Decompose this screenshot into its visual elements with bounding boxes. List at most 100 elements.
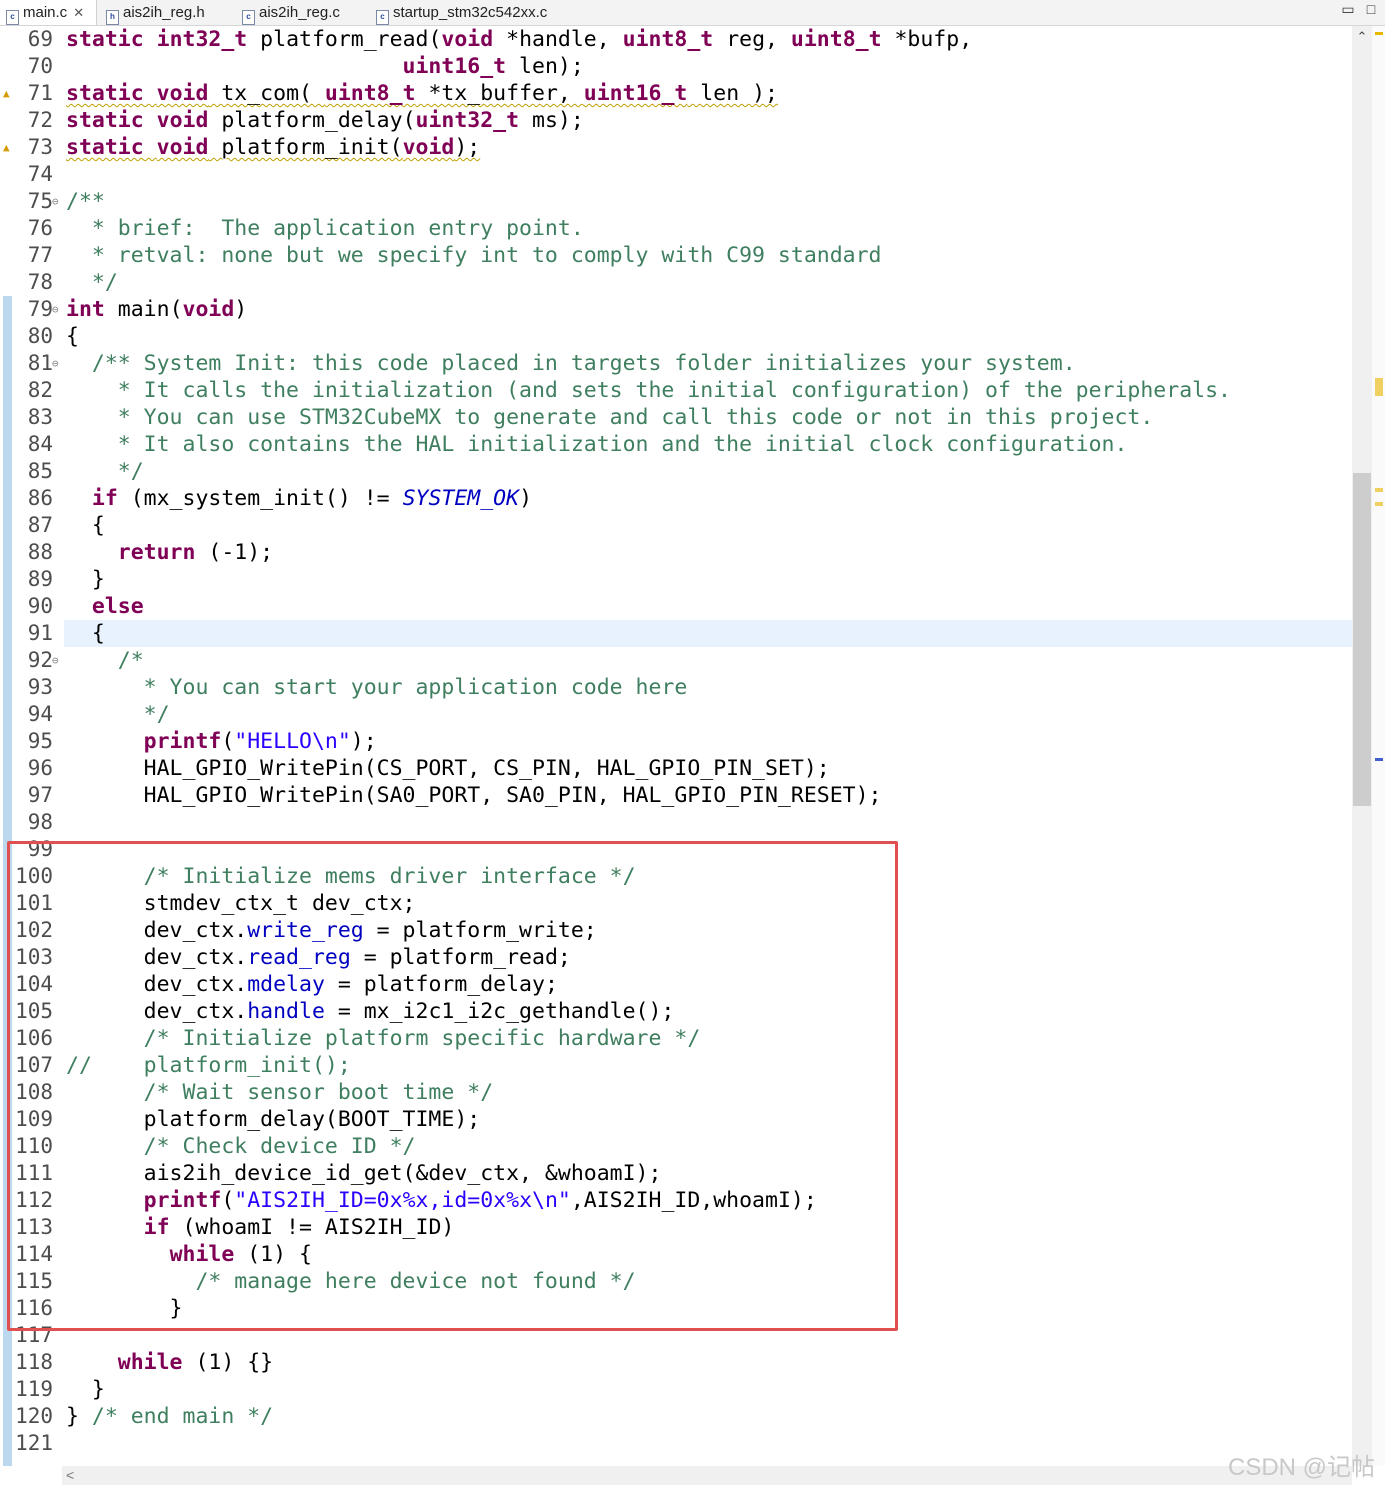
occurrence-marker[interactable] — [1375, 502, 1383, 506]
line-number: 81 — [27, 351, 53, 375]
line-number: 69 — [27, 27, 53, 51]
code-line-119[interactable]: } — [66, 1376, 105, 1403]
code-line-81[interactable]: /** System Init: this code placed in tar… — [66, 350, 1076, 377]
code-line-92[interactable]: /* — [66, 647, 144, 674]
code-line-120[interactable]: } /* end main */ — [66, 1403, 273, 1430]
tab-ais2ih-reg-h[interactable]: h ais2ih_reg.h — [100, 0, 205, 25]
code-line-87[interactable]: { — [66, 512, 105, 539]
tab-main-c[interactable]: c main.c ✕ — [0, 0, 97, 25]
fold-toggle-icon[interactable]: ⊖ — [52, 647, 59, 674]
code-line-90[interactable]: else — [66, 593, 144, 620]
keyword: void — [441, 27, 494, 52]
keyword: void — [156, 135, 209, 160]
horizontal-scrollbar[interactable] — [62, 1466, 1352, 1485]
overview-ruler[interactable] — [1372, 26, 1385, 1466]
line-number: 119 — [15, 1377, 53, 1401]
scroll-up-icon[interactable]: ⌃ — [1354, 30, 1370, 44]
code-line-94[interactable]: */ — [66, 701, 170, 728]
code-line-79[interactable]: int main(void) — [66, 296, 247, 323]
code-line-89[interactable]: } — [66, 566, 105, 593]
keyword: void — [156, 81, 209, 106]
code-line-76[interactable]: * brief: The application entry point. — [66, 215, 584, 242]
warning-icon[interactable]: ▲ — [3, 134, 10, 161]
minimize-button[interactable]: ▭ — [1340, 0, 1356, 18]
keyword: uint8_t — [790, 27, 882, 52]
code-line-93[interactable]: * You can start your application code he… — [66, 674, 688, 701]
code-line-118[interactable]: while (1) {} — [66, 1349, 273, 1376]
line-number: 98 — [27, 810, 53, 834]
code-line-85[interactable]: */ — [66, 458, 144, 485]
occurrence-marker[interactable] — [1375, 378, 1383, 396]
keyword: else — [91, 594, 144, 619]
code-line-71[interactable]: static void tx_com( uint8_t *tx_buffer, … — [66, 80, 778, 107]
code-line-84[interactable]: * It also contains the HAL initializatio… — [66, 431, 1128, 458]
code-text: *tx_buffer, — [415, 81, 584, 106]
code-line-88[interactable]: return (-1); — [66, 539, 273, 566]
code-line-80[interactable]: { — [66, 323, 79, 350]
keyword: uint8_t — [324, 81, 416, 106]
scroll-left-icon[interactable]: < — [66, 1467, 74, 1483]
code-text: ) — [234, 297, 248, 322]
keyword: uint16_t — [583, 81, 688, 106]
keyword: int32_t — [156, 27, 248, 52]
code-line-73[interactable]: static void platform_init(void); — [66, 134, 480, 161]
code-line-82[interactable]: * It calls the initialization (and sets … — [66, 377, 1231, 404]
keyword: uint16_t — [402, 54, 507, 79]
code-line-78[interactable]: */ — [66, 269, 118, 296]
code-line-69[interactable]: static int32_t platform_read(void *handl… — [66, 26, 972, 53]
code-line-95[interactable]: printf("HELLO\n"); — [66, 728, 377, 755]
keyword: void — [156, 108, 209, 133]
code-line-75[interactable]: /** — [66, 188, 105, 215]
code-line-97[interactable]: HAL_GPIO_WritePin(SA0_PORT, SA0_PIN, HAL… — [66, 782, 882, 809]
code-line-72[interactable]: static void platform_delay(uint32_t ms); — [66, 107, 584, 134]
code-line-77[interactable]: * retval: none but we specify int to com… — [66, 242, 882, 269]
line-number: 118 — [15, 1350, 53, 1374]
keyword: static — [66, 81, 144, 106]
line-number: 76 — [27, 216, 53, 240]
warning-icon[interactable]: ▲ — [3, 80, 10, 107]
tab-label: ais2ih_reg.c — [259, 4, 340, 21]
scrollbar-thumb[interactable] — [1353, 473, 1371, 806]
tab-label: main.c — [23, 4, 68, 21]
code-text: *handle, — [493, 27, 623, 52]
keyword: static — [66, 108, 144, 133]
code-text: ); — [350, 729, 377, 754]
keyword: static — [66, 27, 144, 52]
line-number: 85 — [27, 459, 53, 483]
maximize-button[interactable]: □ — [1363, 0, 1379, 18]
current-position-marker[interactable] — [1375, 758, 1383, 761]
fold-toggle-icon[interactable]: ⊖ — [52, 188, 59, 215]
code-line-96[interactable]: HAL_GPIO_WritePin(CS_PORT, CS_PIN, HAL_G… — [66, 755, 830, 782]
tab-ais2ih-reg-c[interactable]: c ais2ih_reg.c — [236, 0, 340, 25]
tab-label: startup_stm32c542xx.c — [393, 4, 548, 21]
line-number: 90 — [27, 594, 53, 618]
line-number: 92 — [27, 648, 53, 672]
line-number: 77 — [27, 243, 53, 267]
line-number: 86 — [27, 486, 53, 510]
code-text: ) — [519, 486, 533, 511]
fold-toggle-icon[interactable]: ⊖ — [52, 350, 59, 377]
code-text: reg, — [713, 27, 791, 52]
code-text: (1) {} — [182, 1350, 274, 1375]
keyword: void — [402, 135, 455, 160]
line-number: 75 — [27, 189, 53, 213]
occurrence-marker[interactable] — [1375, 488, 1383, 492]
line-number: 80 — [27, 324, 53, 348]
fold-toggle-icon[interactable]: ⊖ — [52, 296, 59, 323]
tab-label: ais2ih_reg.h — [123, 4, 205, 21]
tab-startup[interactable]: c startup_stm32c542xx.c — [370, 0, 547, 25]
line-number: 94 — [27, 702, 53, 726]
keyword: while — [117, 1350, 183, 1375]
line-number: 70 — [27, 54, 53, 78]
code-line-91[interactable]: { — [66, 620, 105, 647]
warning-marker[interactable] — [1375, 32, 1383, 35]
code-line-83[interactable]: * You can use STM32CubeMX to generate an… — [66, 404, 1154, 431]
close-icon[interactable]: ✕ — [73, 5, 84, 20]
code-line-70[interactable]: uint16_t len); — [66, 53, 584, 80]
code-line-86[interactable]: if (mx_system_init() != SYSTEM_OK) — [66, 485, 532, 512]
line-number: 72 — [27, 108, 53, 132]
